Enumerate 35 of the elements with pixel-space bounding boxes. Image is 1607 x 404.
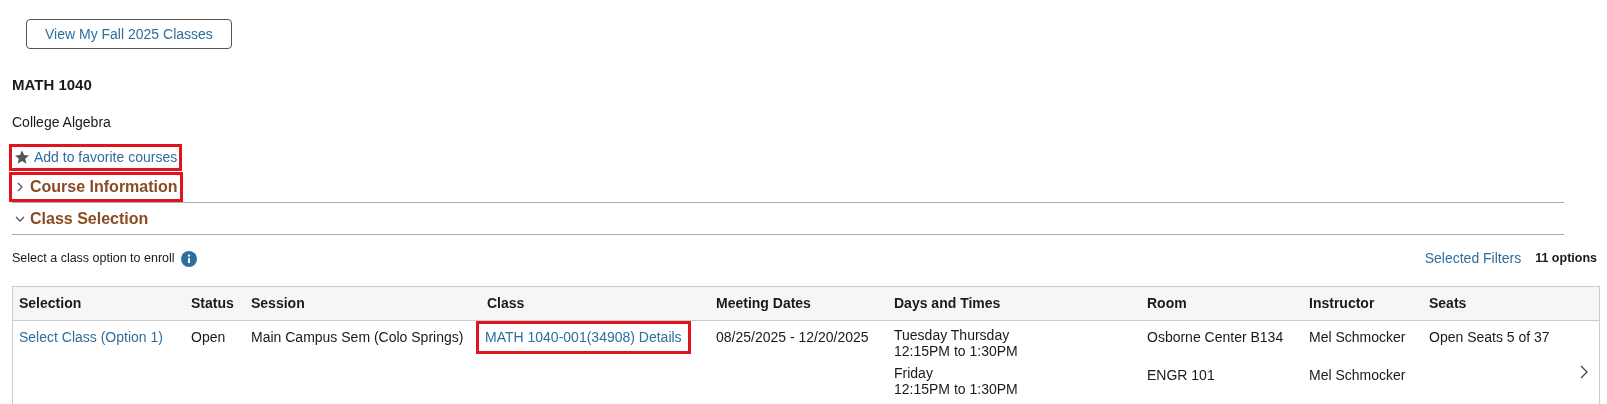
favorite-link[interactable]: Add to favorite courses (12, 146, 180, 168)
class-details-link[interactable]: MATH 1040-001(34908) Details (479, 324, 688, 351)
course-code: MATH 1040 (12, 75, 93, 95)
selected-filters-link[interactable]: Selected Filters (1424, 248, 1522, 269)
table-cell: ENGR 101 (1147, 367, 1215, 383)
meeting-times: 12:15PM to 1:30PM (894, 381, 1019, 397)
column-header: Class (487, 294, 526, 313)
table-cell: Mel Schmocker (1309, 329, 1406, 345)
select-class-link[interactable]: Select Class (Option 1) (19, 329, 163, 345)
column-header: Selection (19, 294, 83, 313)
section-header[interactable]: Class Selection (12, 207, 151, 231)
column-header: Session (251, 294, 306, 313)
table-cell: Open (191, 329, 226, 345)
column-header: Meeting Dates (716, 294, 812, 313)
meeting-times: 12:15PM to 1:30PM (894, 343, 1019, 359)
view-classes-button[interactable]: View My Fall 2025 Classes (26, 19, 232, 49)
meeting-days: Friday (894, 365, 1147, 381)
course-title: College Algebra (12, 112, 112, 132)
column-header: Instructor (1309, 294, 1376, 313)
info-icon[interactable] (180, 250, 197, 267)
table-cell: 08/25/2025 - 12/20/2025 (716, 329, 869, 345)
column-header: Seats (1429, 294, 1468, 313)
instruction-text: Select a class option to enroll (12, 250, 175, 268)
options-count: 11 options (1535, 250, 1597, 268)
table-cell: Osborne Center B134 (1147, 329, 1284, 345)
table-cell: Mel Schmocker (1309, 367, 1406, 383)
section-header[interactable]: Course Information (12, 175, 180, 199)
meeting-days: Tuesday Thursday (894, 327, 1147, 343)
column-header: Days and Times (894, 294, 1002, 313)
table-cell: Main Campus Sem (Colo Springs) (251, 329, 464, 345)
table-cell: Open Seats 5 of 37 (1429, 329, 1550, 345)
chevron-right-icon[interactable] (1579, 365, 1589, 379)
column-header: Room (1147, 294, 1188, 313)
star-icon (14, 149, 30, 165)
column-header: Status (191, 294, 235, 313)
